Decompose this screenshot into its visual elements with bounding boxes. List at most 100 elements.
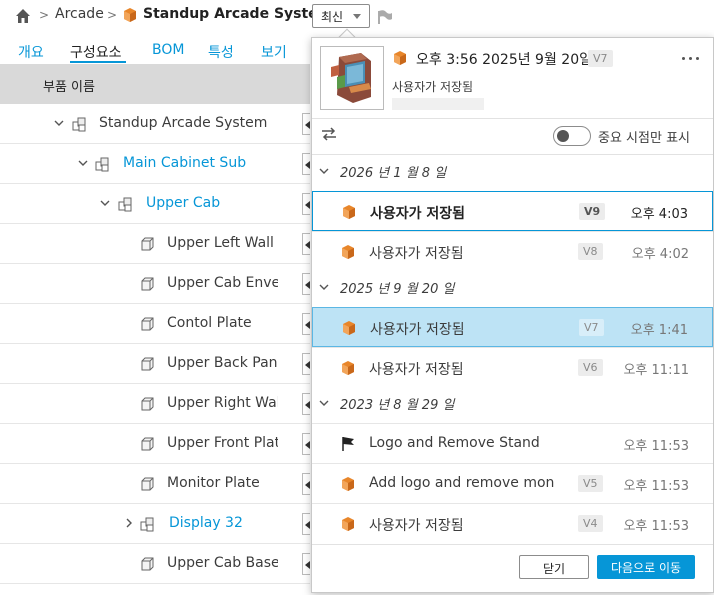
tree-column-cell[interactable] <box>302 473 310 495</box>
tree-row[interactable]: Upper Front Plate <box>0 424 310 464</box>
tree-row-label: Upper Right Wall <box>167 395 278 411</box>
tree-row-label[interactable]: Upper Cab <box>146 195 220 211</box>
part-icon <box>141 437 154 451</box>
tree-row[interactable]: Upper Cab Base <box>0 544 310 584</box>
version-label: 사용자가 저장됨 <box>370 322 465 338</box>
tree-row[interactable]: Upper Left Wall <box>0 224 310 264</box>
chevron-down-icon <box>353 14 361 19</box>
tree-column-cell[interactable] <box>302 113 310 135</box>
assembly-icon <box>72 117 86 132</box>
tree-row[interactable]: Upper Right Wall <box>0 384 310 424</box>
tree-row[interactable]: Upper Cab Envelope <box>0 264 310 304</box>
cube-icon <box>343 321 355 335</box>
tree-row[interactable]: Main Cabinet Sub <box>0 144 310 184</box>
version-timestamp: 오후 3:56 2025년 9월 20일 <box>416 52 592 68</box>
version-label: 사용자가 저장됨 <box>369 246 464 262</box>
tree-row-label[interactable]: Display 32 <box>169 515 243 531</box>
version-time: 오후 1:41 <box>630 323 688 338</box>
version-group-date: 2026 년 1 월 8 일 <box>340 166 447 181</box>
part-icon <box>141 237 154 251</box>
version-time: 오후 4:02 <box>631 247 689 262</box>
close-button[interactable]: 닫기 <box>519 555 589 579</box>
tree-row[interactable]: Standup Arcade System <box>0 104 310 144</box>
version-badge: V6 <box>578 359 603 376</box>
tab-views[interactable]: 보기 <box>261 42 287 62</box>
active-tab-indicator <box>70 61 126 63</box>
milestones-only-toggle[interactable] <box>553 126 591 146</box>
tree-column-cell[interactable] <box>302 233 310 255</box>
chevron-down-icon[interactable] <box>318 165 330 177</box>
chevron-down-icon[interactable] <box>318 397 330 409</box>
version-saved-by: 사용자가 저장됨 <box>392 80 474 94</box>
tree-column-cell[interactable] <box>302 153 310 175</box>
breadcrumb-item-assembly: Standup Arcade System <box>143 6 333 22</box>
cube-icon <box>394 51 406 65</box>
version-badge: V7 <box>579 319 604 336</box>
compare-icon[interactable] <box>320 126 338 142</box>
tab-properties[interactable]: 특성 <box>208 42 234 62</box>
part-name-header: 부품 이름 <box>43 80 95 95</box>
version-label: 사용자가 저장됨 <box>369 518 464 534</box>
chevron-down-icon[interactable] <box>318 281 330 293</box>
tree-column-cell[interactable] <box>302 433 310 455</box>
cube-icon <box>342 477 354 491</box>
version-row[interactable]: 사용자가 저장됨 V9 오후 4:03 <box>312 191 713 231</box>
tree-column-cell[interactable] <box>302 513 310 535</box>
assembly-thumbnail-image <box>331 53 371 103</box>
tree-row[interactable]: Upper Back Panel <box>0 344 310 384</box>
tree-row[interactable]: Monitor Plate <box>0 464 310 504</box>
version-label: Add logo and remove monitor <box>369 475 555 491</box>
version-time: 오후 11:11 <box>623 363 689 378</box>
version-thumbnail <box>320 46 384 110</box>
tree-column-cell[interactable] <box>302 313 310 335</box>
version-badge: V5 <box>578 475 603 492</box>
version-row[interactable]: 사용자가 저장됨 V4 오후 11:53 <box>312 503 713 543</box>
version-label: 사용자가 저장됨 <box>370 206 466 222</box>
flag-icon[interactable] <box>376 9 394 25</box>
version-row[interactable]: 사용자가 저장됨 V6 오후 11:11 <box>312 347 713 387</box>
flag-icon <box>342 437 354 451</box>
chevron-down-icon[interactable] <box>53 117 65 129</box>
version-row[interactable]: Logo and Remove Stand 오후 11:53 <box>312 423 713 463</box>
part-icon <box>141 277 154 291</box>
chevron-right-icon: > <box>39 8 50 22</box>
assembly-icon <box>140 517 154 532</box>
chevron-right-icon[interactable] <box>123 517 135 529</box>
tree-column-cell[interactable] <box>302 273 310 295</box>
chevron-down-icon[interactable] <box>77 157 89 169</box>
tree-column-cell[interactable] <box>302 193 310 215</box>
tree-row-label[interactable]: Main Cabinet Sub <box>123 155 246 171</box>
version-row[interactable]: Add logo and remove monitor V5 오후 11:53 <box>312 463 713 503</box>
breadcrumb-item-project[interactable]: Arcade <box>55 6 104 22</box>
tree-row[interactable]: Contol Plate <box>0 304 310 344</box>
more-options-icon[interactable] <box>682 57 700 61</box>
tree-row-label: Upper Back Panel <box>167 355 278 371</box>
part-icon <box>141 357 154 371</box>
go-to-version-button[interactable]: 다음으로 이동 <box>597 555 695 579</box>
tab-bom[interactable]: BOM <box>152 42 184 58</box>
version-row[interactable]: 사용자가 저장됨 V8 오후 4:02 <box>312 231 713 271</box>
version-select[interactable]: 최신 <box>312 4 370 28</box>
version-date-group[interactable]: 2025 년 9 월 20 일 <box>312 271 713 303</box>
tree-row-label: Upper Front Plate <box>167 435 278 451</box>
tab-overview[interactable]: 개요 <box>18 42 44 62</box>
breadcrumb: > Arcade > Standup Arcade System 최신 <box>0 0 714 32</box>
tree-column-cell[interactable] <box>302 393 310 415</box>
version-history-popup: 오후 3:56 2025년 9월 20일 V7 사용자가 저장됨 중요 시점만 … <box>311 37 714 593</box>
tree-row[interactable]: Display 32 <box>0 504 310 544</box>
tree-row-label: Upper Cab Envelope <box>167 275 278 291</box>
version-date-group[interactable]: 2023 년 8 월 29 일 <box>312 387 713 419</box>
version-row[interactable]: 사용자가 저장됨 V7 오후 1:41 <box>312 307 713 347</box>
part-icon <box>141 317 154 331</box>
tree-row[interactable]: Upper Cab <box>0 184 310 224</box>
part-icon <box>141 397 154 411</box>
home-icon[interactable] <box>14 7 32 25</box>
version-label: Logo and Remove Stand <box>369 435 540 451</box>
tree-column-cell[interactable] <box>302 353 310 375</box>
tree-column-cell[interactable] <box>302 553 310 575</box>
tab-components[interactable]: 구성요소 <box>70 42 122 62</box>
chevron-down-icon[interactable] <box>99 197 111 209</box>
popup-footer: 닫기 다음으로 이동 <box>312 544 713 592</box>
version-time: 오후 11:53 <box>623 479 689 494</box>
version-date-group[interactable]: 2026 년 1 월 8 일 <box>312 155 713 187</box>
